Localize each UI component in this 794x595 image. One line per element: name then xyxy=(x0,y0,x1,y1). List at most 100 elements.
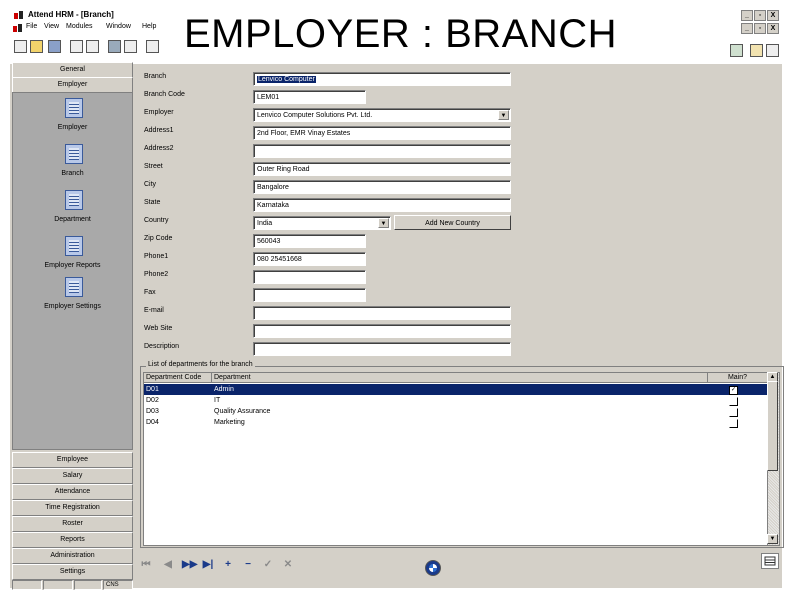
window-title: Attend HRM - [Branch] xyxy=(28,10,114,19)
employer-module-list: Employer Branch Department Employer Repo… xyxy=(12,92,133,450)
label-employer: Employer xyxy=(144,109,174,116)
cancel-record-icon[interactable]: ✕ xyxy=(282,559,294,571)
main-checkbox[interactable] xyxy=(729,397,738,406)
street-field[interactable]: Outer Ring Road xyxy=(253,162,511,176)
country-dropdown-arrow-icon[interactable]: ▼ xyxy=(378,218,389,228)
page-heading: EMPLOYER : BRANCH xyxy=(184,12,618,56)
status-panel xyxy=(12,580,42,590)
departments-caption: List of departments for the branch xyxy=(146,361,255,368)
label-email: E-mail xyxy=(144,307,164,314)
nav-salary-button[interactable]: Salary xyxy=(12,468,133,484)
minimize-button[interactable]: _ xyxy=(741,10,753,21)
main-checkbox[interactable] xyxy=(729,408,738,417)
zip-code-field[interactable]: 560043 xyxy=(253,234,366,248)
cell-department-code: D04 xyxy=(146,419,159,426)
address2-field[interactable] xyxy=(253,144,511,158)
status-panel xyxy=(43,580,73,590)
nav-entry-employer[interactable]: Employer xyxy=(13,124,132,131)
scroll-down-arrow-icon[interactable]: ▼ xyxy=(767,534,778,544)
column-header-department[interactable]: Department xyxy=(212,373,708,383)
open-folder-icon[interactable] xyxy=(30,40,43,53)
help-icon[interactable] xyxy=(766,44,779,57)
exit-icon[interactable] xyxy=(146,40,159,53)
main-checkbox[interactable]: ✓ xyxy=(729,386,738,395)
save-icon[interactable] xyxy=(48,40,61,53)
last-record-icon[interactable]: ▶| xyxy=(202,559,214,571)
column-header-main[interactable]: Main? xyxy=(708,373,768,383)
web-site-field[interactable] xyxy=(253,324,511,338)
country-select[interactable]: India ▼ xyxy=(253,216,391,230)
branch-form: Branch Lenvico Computer Branch Code LEM0… xyxy=(136,70,782,360)
print-preview-icon[interactable] xyxy=(86,40,99,53)
label-state: State xyxy=(144,199,161,206)
branch-icon[interactable] xyxy=(65,144,83,164)
menu-view[interactable]: View xyxy=(44,23,59,30)
email-field[interactable] xyxy=(253,306,511,320)
phone2-field[interactable] xyxy=(253,270,366,284)
nav-reports-button[interactable]: Reports xyxy=(12,532,133,548)
close-button[interactable]: X xyxy=(767,10,779,21)
print-icon[interactable] xyxy=(70,40,83,53)
nav-general-button[interactable]: General xyxy=(12,62,133,78)
branch-code-field[interactable]: LEM01 xyxy=(253,90,366,104)
child-maximize-button[interactable]: ▫ xyxy=(754,23,766,34)
departments-grid[interactable]: Department Code Department Main? D01 Adm… xyxy=(143,372,769,546)
nav-employer-button[interactable]: Employer xyxy=(12,77,133,93)
menu-help[interactable]: Help xyxy=(142,23,156,30)
employer-dropdown-arrow-icon[interactable]: ▼ xyxy=(498,110,509,120)
employer-settings-icon[interactable] xyxy=(65,277,83,297)
menu-window[interactable]: Window xyxy=(106,23,131,30)
cell-department-code: D01 xyxy=(146,386,159,393)
nav-roster-button[interactable]: Roster xyxy=(12,516,133,532)
nav-entry-employer-settings[interactable]: Employer Settings xyxy=(13,303,132,310)
add-new-country-button[interactable]: Add New Country xyxy=(394,215,511,230)
options-icon[interactable] xyxy=(124,40,137,53)
nav-administration-button[interactable]: Administration xyxy=(12,548,133,564)
new-icon[interactable] xyxy=(14,40,27,53)
column-header-department-code[interactable]: Department Code xyxy=(144,373,212,383)
employer-icon[interactable] xyxy=(65,98,83,118)
insert-record-icon[interactable]: + xyxy=(222,559,234,571)
fax-field[interactable] xyxy=(253,288,366,302)
state-field[interactable]: Karnataka xyxy=(253,198,511,212)
child-close-button[interactable]: X xyxy=(767,23,779,34)
calendar-icon[interactable] xyxy=(750,44,763,57)
nav-entry-employer-reports[interactable]: Employer Reports xyxy=(13,262,132,269)
prior-record-icon[interactable]: ◀ xyxy=(162,559,174,571)
menu-file[interactable]: File xyxy=(26,23,37,30)
employer-select[interactable]: Lenvico Computer Solutions Pvt. Ltd. ▼ xyxy=(253,108,511,122)
nav-employee-button[interactable]: Employee xyxy=(12,452,133,468)
child-minimize-button[interactable]: _ xyxy=(741,23,753,34)
address1-field[interactable]: 2nd Floor, EMR Vinay Estates xyxy=(253,126,511,140)
nav-entry-branch[interactable]: Branch xyxy=(13,170,132,177)
menu-modules[interactable]: Modules xyxy=(66,23,92,30)
phone1-field[interactable]: 080 25451668 xyxy=(253,252,366,266)
scrollbar-thumb[interactable] xyxy=(767,381,778,471)
tools-icon[interactable] xyxy=(108,40,121,53)
grid-view-icon[interactable] xyxy=(761,553,779,569)
main-checkbox[interactable] xyxy=(729,419,738,428)
calculator-icon[interactable] xyxy=(730,44,743,57)
next-record-icon[interactable]: ▶▶ xyxy=(182,559,197,571)
label-fax: Fax xyxy=(144,289,156,296)
first-record-icon[interactable]: ⏮ xyxy=(140,559,152,571)
label-address2: Address2 xyxy=(144,145,174,152)
nav-attendance-button[interactable]: Attendance xyxy=(12,484,133,500)
nav-settings-button[interactable]: Settings xyxy=(12,564,133,580)
delete-record-icon[interactable]: − xyxy=(242,559,254,571)
branch-field[interactable]: Lenvico Computer xyxy=(253,72,511,86)
cell-department-name: Marketing xyxy=(214,419,245,426)
label-branch-code: Branch Code xyxy=(144,91,185,98)
table-row[interactable]: D04 Marketing xyxy=(144,417,768,429)
description-field[interactable] xyxy=(253,342,511,356)
post-record-icon[interactable]: ✓ xyxy=(262,559,274,571)
department-icon[interactable] xyxy=(65,190,83,210)
city-field[interactable]: Bangalore xyxy=(253,180,511,194)
maximize-button[interactable]: ▫ xyxy=(754,10,766,21)
nav-entry-department[interactable]: Department xyxy=(13,216,132,223)
label-description: Description xyxy=(144,343,180,350)
status-bar: CNS xyxy=(12,580,133,590)
label-branch: Branch xyxy=(144,73,167,80)
nav-time-registration-button[interactable]: Time Registration xyxy=(12,500,133,516)
employer-reports-icon[interactable] xyxy=(65,236,83,256)
